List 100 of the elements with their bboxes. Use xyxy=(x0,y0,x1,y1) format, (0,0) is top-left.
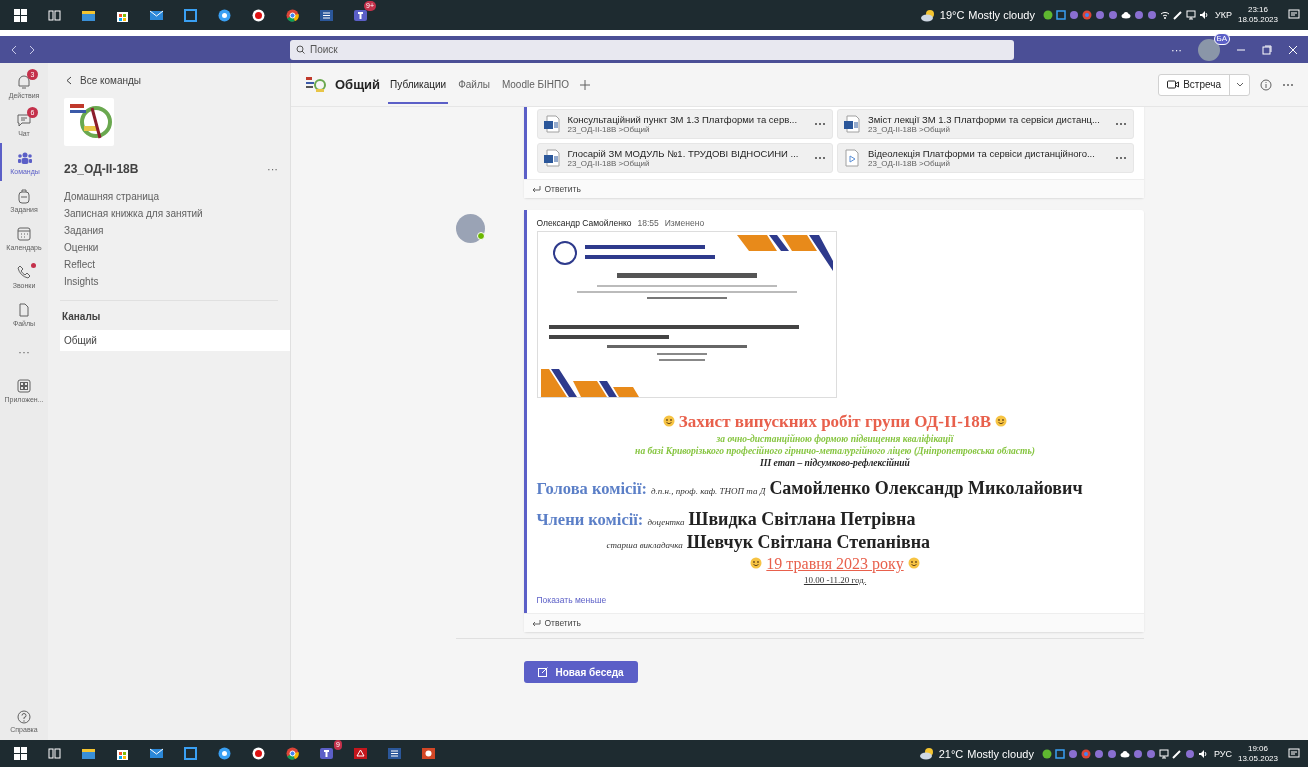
file-name: Консультаційний пункт ЗМ 1.3 Платформи та серв... xyxy=(567,114,799,125)
more-icon[interactable] xyxy=(814,156,826,160)
role-text: д.п.н., проф. каф. ТНОП та Д xyxy=(651,486,766,496)
sidebar-item[interactable]: Reflect xyxy=(60,256,290,273)
reply-button[interactable]: Ответить xyxy=(523,614,589,632)
video-file-icon xyxy=(844,149,860,167)
more-icon[interactable] xyxy=(1114,156,1127,160)
clock-time: 23:16 xyxy=(1247,5,1268,15)
monitor-icon[interactable] xyxy=(1158,748,1169,759)
cloud-sun-icon[interactable] xyxy=(918,747,935,760)
pen-icon[interactable] xyxy=(1171,748,1182,759)
new-conversation-button[interactable]: Новая беседа xyxy=(523,661,638,683)
video-camera-icon xyxy=(1167,80,1180,89)
weather-text: Mostly cloudy xyxy=(967,747,1034,760)
file-name: Відеолекція Платформи та сервіси дистанційного... xyxy=(868,148,1096,159)
file-card[interactable]: Консультаційний пункт ЗМ 1.3 Платформи та серв... 23_ОД-II-18В >Общий xyxy=(536,109,833,139)
app-bar-item[interactable]: ··· xyxy=(0,333,48,371)
app-icon[interactable] xyxy=(1145,748,1156,759)
team-logo-icon xyxy=(305,74,327,95)
plus-icon[interactable] xyxy=(579,78,592,91)
speaker-icon[interactable] xyxy=(1197,748,1208,759)
file-card[interactable]: Відеолекція Платформи та сервіси дистанційного... 23_ОД-II-18В >Общий xyxy=(837,143,1134,173)
monitor-icon[interactable] xyxy=(1186,10,1196,20)
cloud-icon[interactable] xyxy=(1119,748,1130,759)
app-icon[interactable] xyxy=(1067,748,1078,759)
channel-tab[interactable]: Файлы xyxy=(456,65,492,104)
channel-item[interactable]: Общий xyxy=(60,330,290,351)
shield-icon[interactable] xyxy=(1041,748,1052,759)
message-time: 18:55 xyxy=(637,218,659,228)
info-icon[interactable] xyxy=(1260,78,1272,91)
section-heading: Каналы xyxy=(62,311,102,322)
file-name: Глосарій ЗМ МОДУЛЬ №1. ТРУДОВІ ВІДНОСИНИ ... xyxy=(567,148,800,159)
sidebar-item[interactable]: Оценки xyxy=(60,239,290,256)
search-field[interactable]: Поиск xyxy=(290,39,1014,60)
show-less-link[interactable]: Показать меньше xyxy=(536,587,607,605)
author-name: Олександр Самойленко xyxy=(536,218,632,228)
cloud-icon[interactable] xyxy=(1121,10,1131,20)
smiley-icon xyxy=(662,415,675,427)
document-icon xyxy=(844,115,860,133)
snip-frame-icon xyxy=(183,8,197,22)
sidebar-item[interactable]: Задания xyxy=(60,222,290,239)
app-icon[interactable] xyxy=(1069,10,1079,20)
chrome-icon[interactable] xyxy=(1082,10,1092,20)
app-icon[interactable] xyxy=(1132,748,1143,759)
edited-label: Изменено xyxy=(664,218,705,228)
more-button[interactable]: ··· xyxy=(267,163,278,175)
sidebar-item[interactable]: Домашняя страница xyxy=(60,188,290,205)
weather-text: Mostly cloudy xyxy=(968,9,1035,21)
file-name: Зміст лекції ЗМ 1.3 Платформи та сервіси дистанц... xyxy=(868,114,1101,125)
field-label: Члени комісії: xyxy=(536,510,644,530)
maximize-icon[interactable] xyxy=(1262,44,1272,55)
file-card[interactable]: Глосарій ЗМ МОДУЛЬ №1. ТРУДОВІ ВІДНОСИНИ ... 23_ОД-II-18В >Общий xyxy=(536,143,833,173)
app-icon[interactable] xyxy=(1093,748,1104,759)
app-icon[interactable] xyxy=(1106,748,1117,759)
file-card[interactable]: Зміст лекції ЗМ 1.3 Платформи та сервіси дистанц... 23_ОД-II-18В >Общий xyxy=(837,109,1134,139)
clock-date: 13.05.2023 xyxy=(1237,753,1278,764)
temperature: 21°C xyxy=(938,747,964,760)
language-indicator[interactable]: УКР xyxy=(1215,10,1232,20)
word-icon xyxy=(319,8,333,22)
notification-icon[interactable] xyxy=(1288,9,1300,21)
sidebar-item[interactable]: Записная книжка для занятий xyxy=(60,205,290,222)
word-icon xyxy=(387,747,401,760)
document-icon xyxy=(543,115,560,133)
file-path: 23_ОД-II-18В >Общий xyxy=(868,159,951,168)
sidebar-item[interactable]: Insights xyxy=(60,273,290,290)
notification-icon[interactable] xyxy=(1288,747,1300,760)
file-path: 23_ОД-II-18В >Общий xyxy=(567,125,651,134)
store-icon xyxy=(115,747,129,760)
clock-date: 18.05.2023 xyxy=(1237,15,1278,25)
more-icon[interactable] xyxy=(1282,82,1294,87)
shield-icon[interactable] xyxy=(1043,10,1053,20)
team-logo xyxy=(64,98,114,146)
more-button[interactable]: ··· xyxy=(1171,43,1182,56)
chevron-down-icon xyxy=(1235,82,1244,87)
more-icon[interactable] xyxy=(814,122,826,126)
snip-frame-icon[interactable] xyxy=(1054,748,1065,759)
event-date: 19 травня 2023 року xyxy=(766,555,904,573)
channel-tab[interactable]: Moodle БІНПО xyxy=(499,65,572,104)
chrome-icon xyxy=(285,8,299,22)
speaker-icon[interactable] xyxy=(1199,10,1209,20)
channel-tab[interactable]: Публикации xyxy=(388,65,449,104)
cloud-sun-icon[interactable] xyxy=(919,8,936,22)
search-icon xyxy=(296,45,305,54)
language-indicator[interactable]: РУС xyxy=(1213,748,1232,759)
app-icon[interactable] xyxy=(1184,748,1195,759)
reply-button[interactable]: Ответить xyxy=(523,180,589,198)
snip-frame-icon[interactable] xyxy=(1056,10,1066,20)
headline: Захист випускних робіт групи ОД-II-18В xyxy=(678,412,992,432)
pen-icon[interactable] xyxy=(1173,10,1183,20)
more-icon[interactable] xyxy=(1114,122,1127,126)
ring-icon xyxy=(217,8,231,22)
smiley-icon xyxy=(907,557,920,569)
back-link[interactable]: Все команды xyxy=(60,71,148,90)
person-name: Шевчук Світлана Степанівна xyxy=(686,532,931,553)
chrome-icon xyxy=(285,747,299,760)
chrome-icon[interactable] xyxy=(1080,748,1091,759)
wifi-icon[interactable] xyxy=(1160,10,1170,20)
folder-icon xyxy=(81,8,95,22)
file-icon xyxy=(16,301,32,318)
close-icon[interactable] xyxy=(1288,44,1298,55)
